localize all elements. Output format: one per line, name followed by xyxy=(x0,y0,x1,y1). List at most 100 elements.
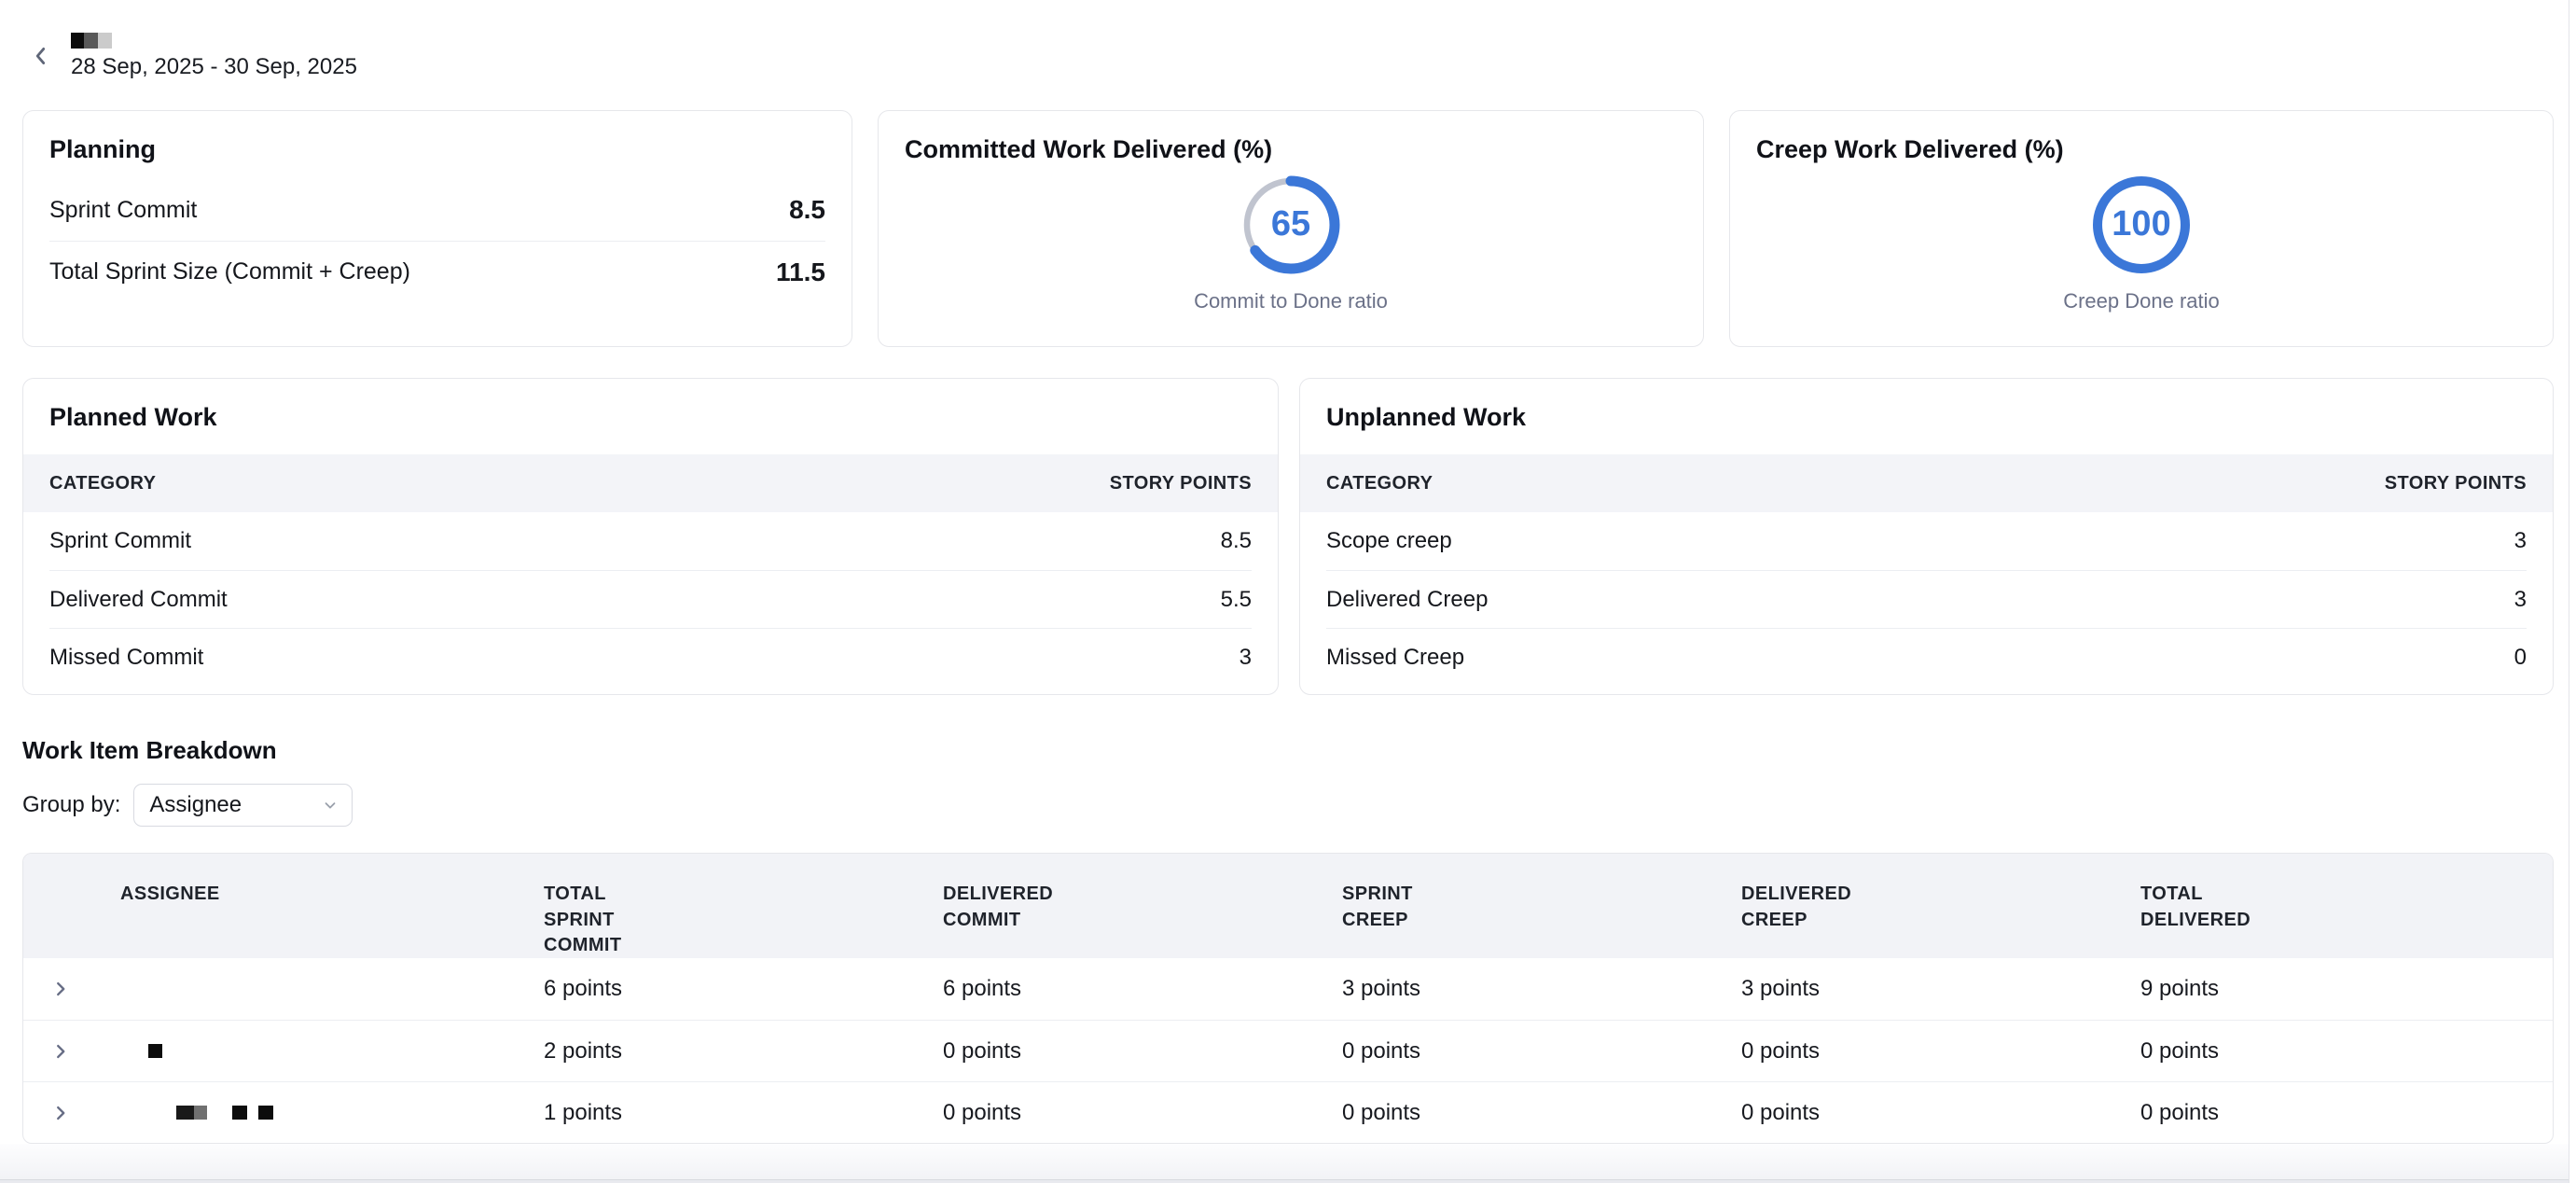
work-table-row: Delivered Creep3 xyxy=(1326,570,2527,628)
chevron-left-icon xyxy=(29,44,53,68)
creep-work-gauge-body: 100 Creep Done ratio xyxy=(1756,164,2527,322)
points-cell: 6 points xyxy=(943,976,1342,1002)
story-points-value: 0 xyxy=(2514,645,2527,671)
redaction-block xyxy=(232,1106,247,1120)
planning-row: Total Sprint Size (Commit + Creep)11.5 xyxy=(49,241,825,302)
breakdown-row: 2 points0 points0 points0 points0 points xyxy=(23,1020,2553,1081)
breakdown-col-total-sprint-commit: TOTAL SPRINT COMMIT xyxy=(544,882,660,959)
work-table-row: Missed Creep 0 xyxy=(1326,628,2527,686)
work-table-row: Sprint Commit8.5 xyxy=(49,512,1252,570)
points-cell: 0 points xyxy=(943,1100,1342,1126)
sprint-title-wrap: 28 Sep, 2025 - 30 Sep, 2025 xyxy=(71,33,357,80)
points-cell: 2 points xyxy=(544,1038,943,1065)
group-by-label: Group by: xyxy=(22,792,120,818)
points-cell: 0 points xyxy=(1342,1100,1741,1126)
points-cell: 9 points xyxy=(2140,976,2553,1002)
creep-work-gauge: 100 xyxy=(2090,174,2193,276)
planning-row-label: Sprint Commit xyxy=(49,197,197,224)
redaction-block xyxy=(84,33,98,49)
points-cell: 0 points xyxy=(2140,1038,2553,1065)
points-cell: 3 points xyxy=(1741,976,2140,1002)
work-category: Scope creep xyxy=(1326,528,1452,554)
redaction-block xyxy=(258,1106,273,1120)
points-cell: 6 points xyxy=(544,976,943,1002)
story-points-value: 3 xyxy=(1240,645,1252,671)
planning-row-value: 8.5 xyxy=(789,195,825,225)
redaction-block xyxy=(71,33,84,49)
work-category: Delivered Creep xyxy=(1326,587,1488,613)
planning-card: Planning Sprint Commit 8.5 Total Sprint Si… xyxy=(22,110,852,347)
summary-cards-row: Planning Sprint Commit 8.5 Total Sprint Si… xyxy=(22,110,2554,347)
committed-work-gauge: 65 xyxy=(1240,174,1342,276)
group-by-control: Group by: Assignee xyxy=(22,784,2554,827)
assignee-cell xyxy=(98,1044,544,1059)
assignee-cell xyxy=(98,1106,544,1120)
points-cell: 0 points xyxy=(2140,1100,2553,1126)
scrollbar-gutter[interactable] xyxy=(2569,0,2576,1183)
points-cell: 0 points xyxy=(1741,1100,2140,1126)
footer-fade xyxy=(0,1144,2576,1179)
points-cell: 0 points xyxy=(1342,1038,1741,1065)
breakdown-row: 6 points6 points3 points3 points9 points xyxy=(23,958,2553,1020)
unplanned-work-col-category: CATEGORY xyxy=(1326,473,1433,494)
expand-row-button[interactable] xyxy=(23,1021,98,1081)
group-by-select[interactable]: Assignee xyxy=(133,784,353,827)
planning-row-value: 11.5 xyxy=(776,257,825,287)
breakdown-col-sprint-creep: SPRINT CREEP xyxy=(1342,882,1459,933)
committed-work-card: Committed Work Delivered (%) 65 Commit t… xyxy=(878,110,1704,347)
breakdown-col-delivered-commit: DELIVERED COMMIT xyxy=(943,882,1059,933)
planned-work-card: Planned Work CATEGORY STORY POINTS Sprin… xyxy=(22,378,1279,695)
planned-work-title: Planned Work xyxy=(49,403,1252,432)
work-tables-row: Planned Work CATEGORY STORY POINTS Sprin… xyxy=(22,378,2554,695)
work-table-row: Missed Commit 3 xyxy=(49,628,1252,686)
assignee-cell xyxy=(98,981,544,996)
breakdown-col-delivered-creep: DELIVERED CREEP xyxy=(1741,882,1858,933)
redaction-block xyxy=(98,33,112,49)
planning-rows: Sprint Commit 8.5 Total Sprint Size (Commi… xyxy=(49,179,825,302)
planned-work-header: CATEGORY STORY POINTS xyxy=(23,454,1278,512)
committed-work-gauge-body: 65 Commit to Done ratio xyxy=(905,164,1677,322)
unplanned-work-col-points: STORY POINTS xyxy=(2385,473,2527,494)
planning-row: Sprint Commit 8.5 xyxy=(49,179,825,241)
work-category: Missed Creep xyxy=(1326,645,1464,671)
breakdown-table-header: ASSIGNEE TOTAL SPRINT COMMIT DELIVERED COM… xyxy=(23,854,2553,958)
expand-row-button[interactable] xyxy=(23,1082,98,1143)
breakdown-col-total-delivered: TOTAL DELIVERED xyxy=(2140,882,2257,933)
planned-work-col-points: STORY POINTS xyxy=(1110,473,1252,494)
creep-work-title: Creep Work Delivered (%) xyxy=(1756,135,2527,164)
redaction-block xyxy=(176,1106,194,1120)
back-button[interactable] xyxy=(22,37,60,75)
points-cell: 0 points xyxy=(1741,1038,2140,1065)
story-points-value: 3 xyxy=(2514,528,2527,554)
sprint-report-page: 28 Sep, 2025 - 30 Sep, 2025 Planning Spr… xyxy=(0,0,2576,1144)
breakdown-table: ASSIGNEE TOTAL SPRINT COMMIT DELIVERED COM… xyxy=(22,853,2554,1144)
redaction-block xyxy=(194,1106,207,1120)
chevron-right-icon xyxy=(50,1103,71,1123)
breakdown-table-body: 6 points6 points3 points3 points9 points… xyxy=(23,958,2553,1143)
planned-work-col-category: CATEGORY xyxy=(49,473,156,494)
work-table-row: Delivered Commit 5.5 xyxy=(49,570,1252,628)
planned-work-rows: Sprint Commit8.5 Delivered Commit 5.5 Misse… xyxy=(49,512,1252,686)
committed-work-value: 65 xyxy=(1240,174,1342,276)
committed-work-title: Committed Work Delivered (%) xyxy=(905,135,1677,164)
points-cell: 3 points xyxy=(1342,976,1741,1002)
unplanned-work-title: Unplanned Work xyxy=(1326,403,2527,432)
story-points-value: 5.5 xyxy=(1221,587,1252,613)
work-category: Missed Commit xyxy=(49,645,203,671)
page-header: 28 Sep, 2025 - 30 Sep, 2025 xyxy=(22,22,2554,90)
footer-strip xyxy=(0,1179,2576,1183)
creep-work-card: Creep Work Delivered (%) 100 Creep Done … xyxy=(1729,110,2554,347)
sprint-title-redacted xyxy=(71,33,357,49)
chevron-down-icon xyxy=(322,797,339,814)
creep-work-caption: Creep Done ratio xyxy=(2063,289,2220,313)
unplanned-work-header: CATEGORY STORY POINTS xyxy=(1300,454,2553,512)
points-cell: 0 points xyxy=(943,1038,1342,1065)
sprint-date-range: 28 Sep, 2025 - 30 Sep, 2025 xyxy=(71,54,357,80)
unplanned-work-rows: Scope creep3Delivered Creep3Missed Creep… xyxy=(1326,512,2527,686)
work-category: Delivered Commit xyxy=(49,587,228,613)
breakdown-col-assignee: ASSIGNEE xyxy=(98,882,247,908)
planning-card-title: Planning xyxy=(49,135,825,164)
committed-work-caption: Commit to Done ratio xyxy=(1194,289,1388,313)
work-table-row: Scope creep 3 xyxy=(1326,512,2527,570)
expand-row-button[interactable] xyxy=(23,958,98,1020)
